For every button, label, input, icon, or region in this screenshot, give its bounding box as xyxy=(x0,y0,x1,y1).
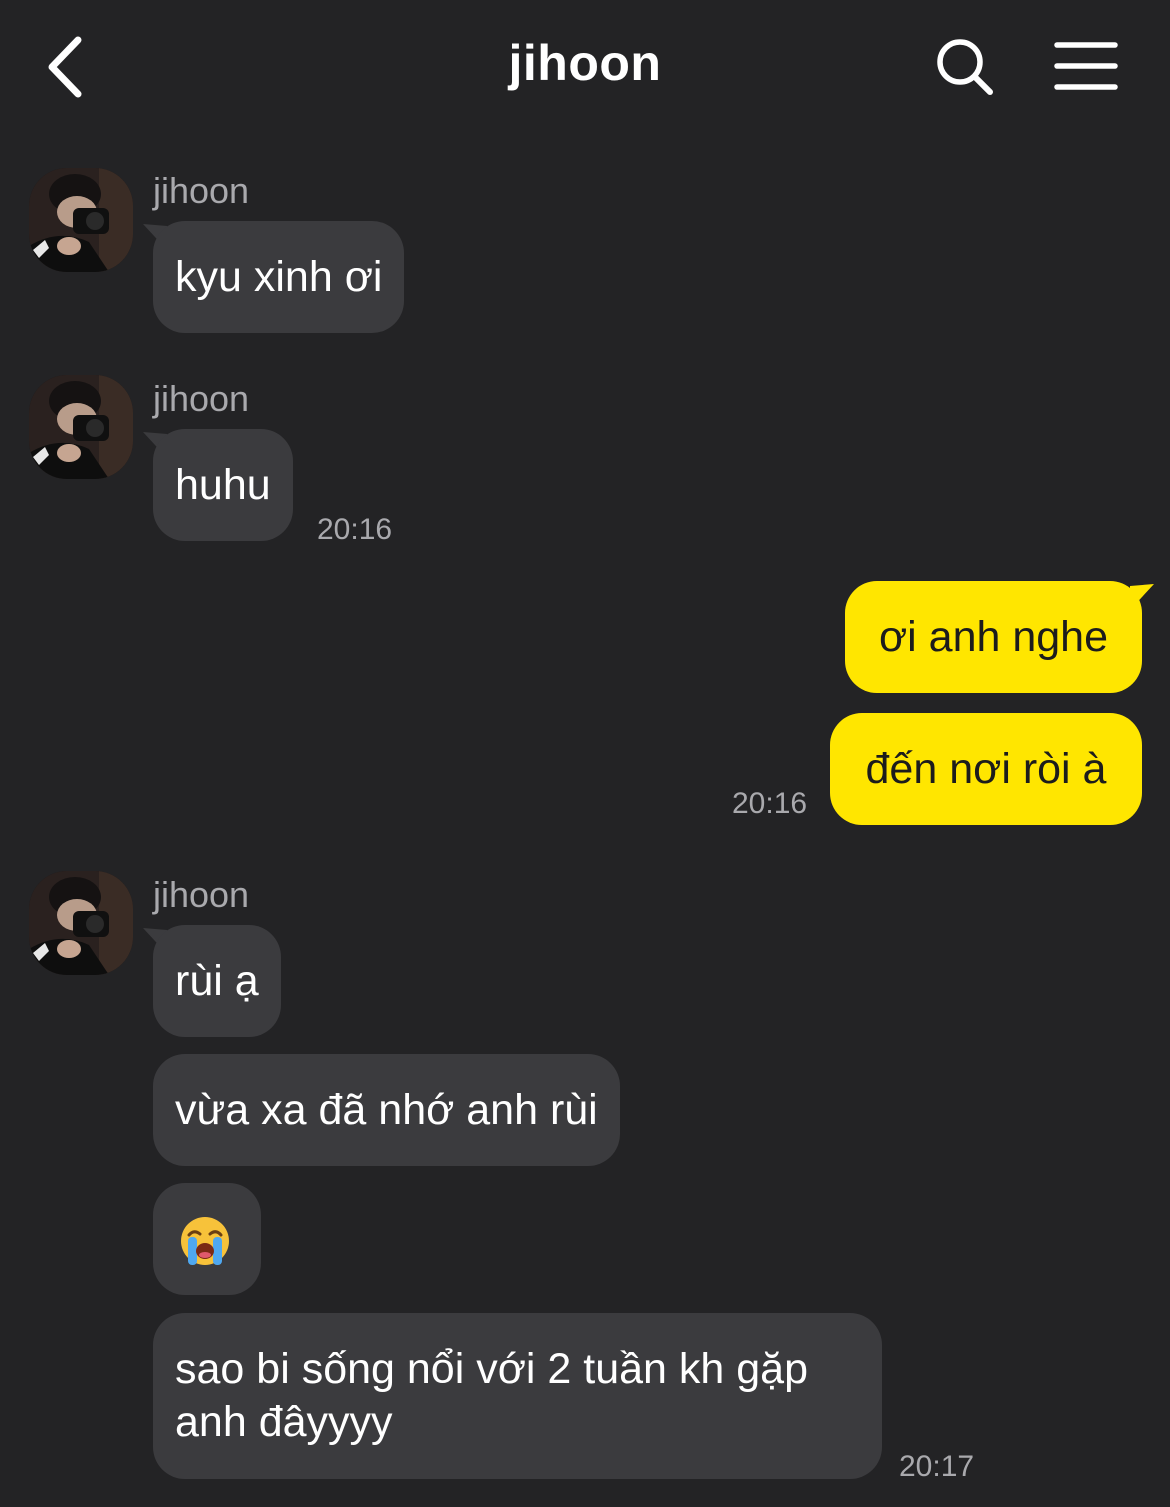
message-timestamp: 20:16 xyxy=(317,513,393,546)
incoming-message-bubble[interactable]: rùi ạ xyxy=(153,925,281,1037)
incoming-message-bubble[interactable]: kyu xinh ơi xyxy=(153,221,405,333)
message-timestamp: 20:17 xyxy=(899,1450,975,1483)
profile-photo xyxy=(29,871,133,975)
sender-name: jihoon xyxy=(153,170,250,211)
outgoing-message-bubble[interactable]: đến nơi ròi à xyxy=(830,713,1142,825)
profile-photo xyxy=(29,168,133,272)
incoming-message-bubble[interactable]: vừa xa đã nhớ anh rùi xyxy=(153,1054,620,1166)
search-icon xyxy=(937,39,993,95)
sender-name: jihoon xyxy=(153,874,250,915)
hamburger-menu-icon xyxy=(1054,42,1118,90)
chat-header: jihoon xyxy=(0,0,1170,135)
avatar[interactable] xyxy=(29,871,133,975)
message-timestamp: 20:16 xyxy=(732,787,808,820)
loudly-crying-face-emoji xyxy=(181,1217,229,1265)
incoming-message-bubble[interactable]: huhu xyxy=(153,429,293,541)
profile-photo xyxy=(29,375,133,479)
menu-button[interactable] xyxy=(1053,40,1119,92)
incoming-message-bubble[interactable]: sao bi sống nổi với 2 tuần kh gặp anh đâ… xyxy=(153,1313,882,1479)
outgoing-message-bubble[interactable]: ơi anh nghe xyxy=(845,581,1142,693)
search-button[interactable] xyxy=(934,36,996,98)
avatar[interactable] xyxy=(29,375,133,479)
avatar[interactable] xyxy=(29,168,133,272)
sender-name: jihoon xyxy=(153,378,250,419)
